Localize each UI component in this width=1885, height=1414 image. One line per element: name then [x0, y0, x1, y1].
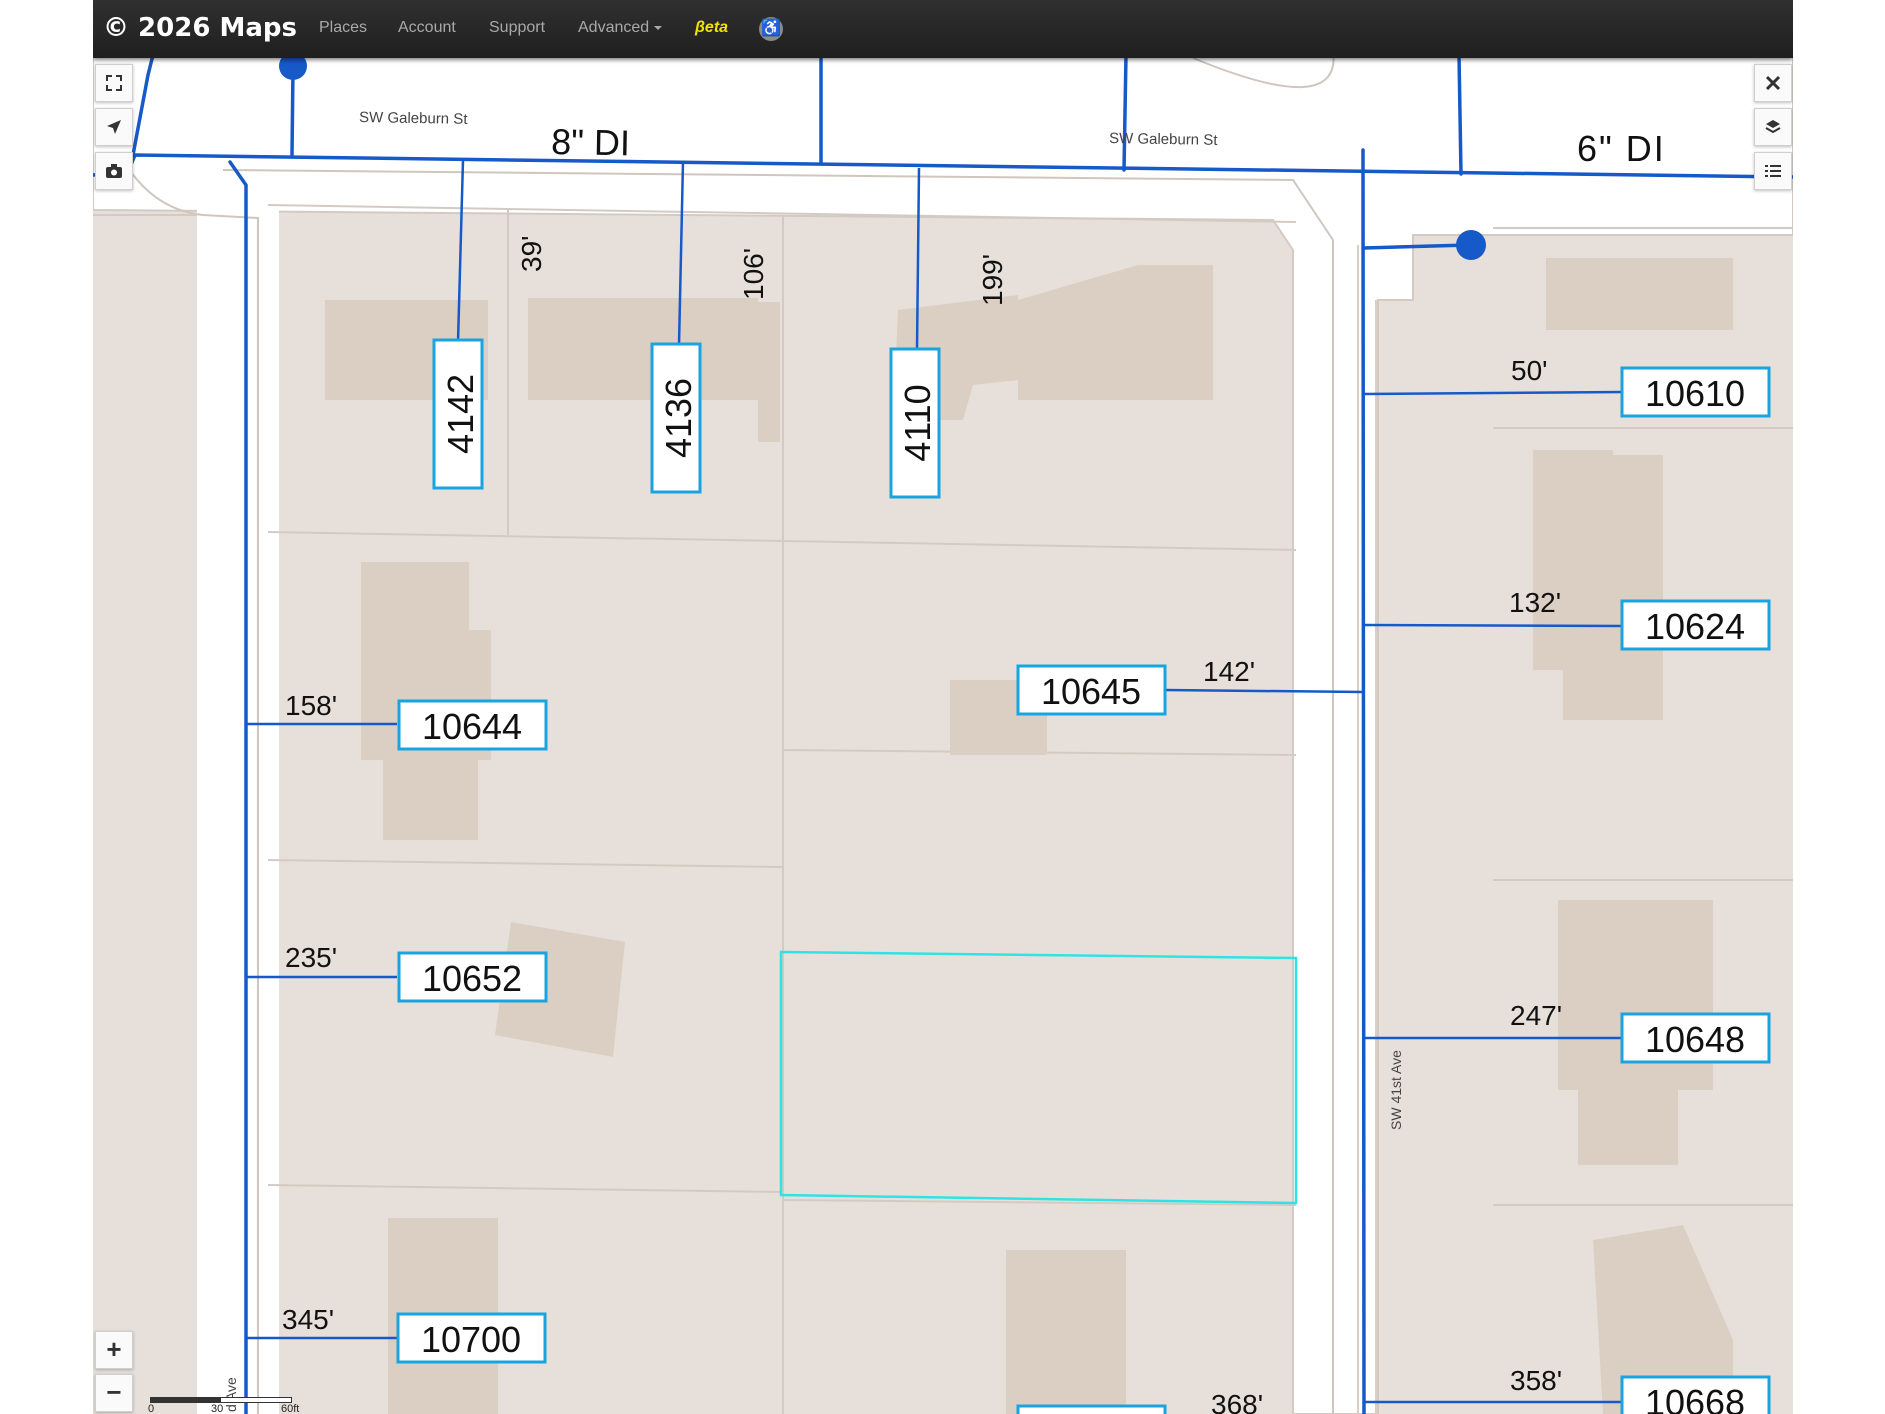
lot-10668-label: 10668 — [1645, 1382, 1745, 1414]
road-west-ave — [197, 200, 279, 1414]
distance-106: 106' — [738, 248, 769, 300]
main-label-east: 6" DI — [1577, 128, 1666, 169]
lot-4110-label: 4110 — [897, 384, 938, 461]
lot-10700-label: 10700 — [421, 1319, 521, 1360]
lot-10610[interactable]: 10610 — [1620, 366, 1771, 418]
lot-10648-label: 10648 — [1645, 1019, 1745, 1060]
nav-advanced[interactable]: Advanced — [578, 0, 663, 58]
expand-icon — [106, 75, 122, 91]
distance-142: 142' — [1203, 656, 1255, 687]
lot-10624[interactable]: 10624 — [1620, 599, 1771, 651]
street-label-galeburn-w: SW Galeburn St — [359, 109, 468, 128]
nav-support[interactable]: Support — [489, 0, 545, 58]
distance-358: 358' — [1510, 1365, 1562, 1396]
distance-235: 235' — [285, 942, 337, 973]
map-application: SW Galeburn St SW Galeburn St SW 41st Av… — [93, 0, 1793, 1414]
nav-beta[interactable]: βeta — [695, 0, 728, 58]
lot-4136[interactable]: 4136 — [650, 342, 702, 494]
scale-bar: 0 30 60ft — [148, 1393, 313, 1414]
brand-name: Maps — [219, 13, 297, 43]
zoom-out-button[interactable]: − — [95, 1374, 133, 1412]
lot-4142[interactable]: 4142 — [432, 338, 484, 490]
scale-label-0: 0 — [148, 1403, 155, 1414]
nav-account[interactable]: Account — [398, 0, 456, 58]
lot-10645-label: 10645 — [1041, 671, 1141, 712]
lot-partial-bottom — [1016, 1404, 1167, 1414]
distance-132: 132' — [1509, 587, 1561, 618]
lot-10645[interactable]: 10645 — [1016, 664, 1167, 716]
lot-10668[interactable]: 10668 — [1620, 1375, 1771, 1414]
scale-label-30: 30 — [211, 1403, 224, 1414]
distance-247: 247' — [1510, 1000, 1562, 1031]
distance-50: 50' — [1511, 355, 1548, 386]
lot-4110[interactable]: 4110 — [889, 347, 941, 499]
top-navbar: © 2026 Maps Places Account Support Advan… — [93, 0, 1793, 58]
location-arrow-icon — [107, 120, 121, 134]
lot-10652-label: 10652 — [422, 958, 522, 999]
layers-button[interactable] — [1754, 108, 1792, 146]
zoom-in-button[interactable]: + — [95, 1331, 133, 1369]
lot-4136-label: 4136 — [658, 378, 699, 458]
nav-places[interactable]: Places — [319, 0, 367, 58]
lot-10700[interactable]: 10700 — [396, 1312, 547, 1364]
distance-368: 368' — [1211, 1389, 1263, 1414]
tools-icon — [1765, 75, 1781, 91]
distance-39: 39' — [516, 236, 547, 273]
main-label-west: 8" DI — [551, 121, 631, 163]
scale-label-60: 60ft — [281, 1403, 300, 1414]
lot-10644[interactable]: 10644 — [397, 699, 548, 751]
street-label-41st: SW 41st Ave — [1388, 1050, 1404, 1130]
lot-4142-label: 4142 — [440, 374, 481, 454]
list-icon — [1765, 165, 1781, 177]
chevron-down-icon — [654, 25, 663, 30]
camera-icon — [106, 164, 122, 178]
map-canvas[interactable]: SW Galeburn St SW Galeburn St SW 41st Av… — [93, 0, 1793, 1414]
site-logo[interactable]: © 2026 Maps — [103, 6, 297, 50]
fullscreen-button[interactable] — [95, 64, 133, 102]
layers-icon — [1765, 120, 1781, 134]
hydrant-east[interactable] — [1456, 230, 1486, 260]
accessibility-icon[interactable]: ♿ — [759, 17, 783, 41]
street-label-galeburn-e: SW Galeburn St — [1109, 130, 1218, 149]
lot-10652[interactable]: 10652 — [397, 951, 548, 1003]
lot-10648[interactable]: 10648 — [1620, 1012, 1771, 1064]
lot-10644-label: 10644 — [422, 706, 522, 747]
locate-button[interactable] — [95, 108, 133, 146]
brand-copyright: © 2026 — [103, 13, 211, 43]
distance-158: 158' — [285, 690, 337, 721]
distance-345: 345' — [282, 1304, 334, 1335]
nav-advanced-label: Advanced — [578, 19, 650, 36]
screenshot-button[interactable] — [95, 152, 133, 190]
lot-10624-label: 10624 — [1645, 606, 1745, 647]
legend-button[interactable] — [1754, 152, 1792, 190]
distance-199: 199' — [977, 254, 1008, 306]
measure-button[interactable] — [1754, 64, 1792, 102]
lot-10610-label: 10610 — [1645, 373, 1745, 414]
